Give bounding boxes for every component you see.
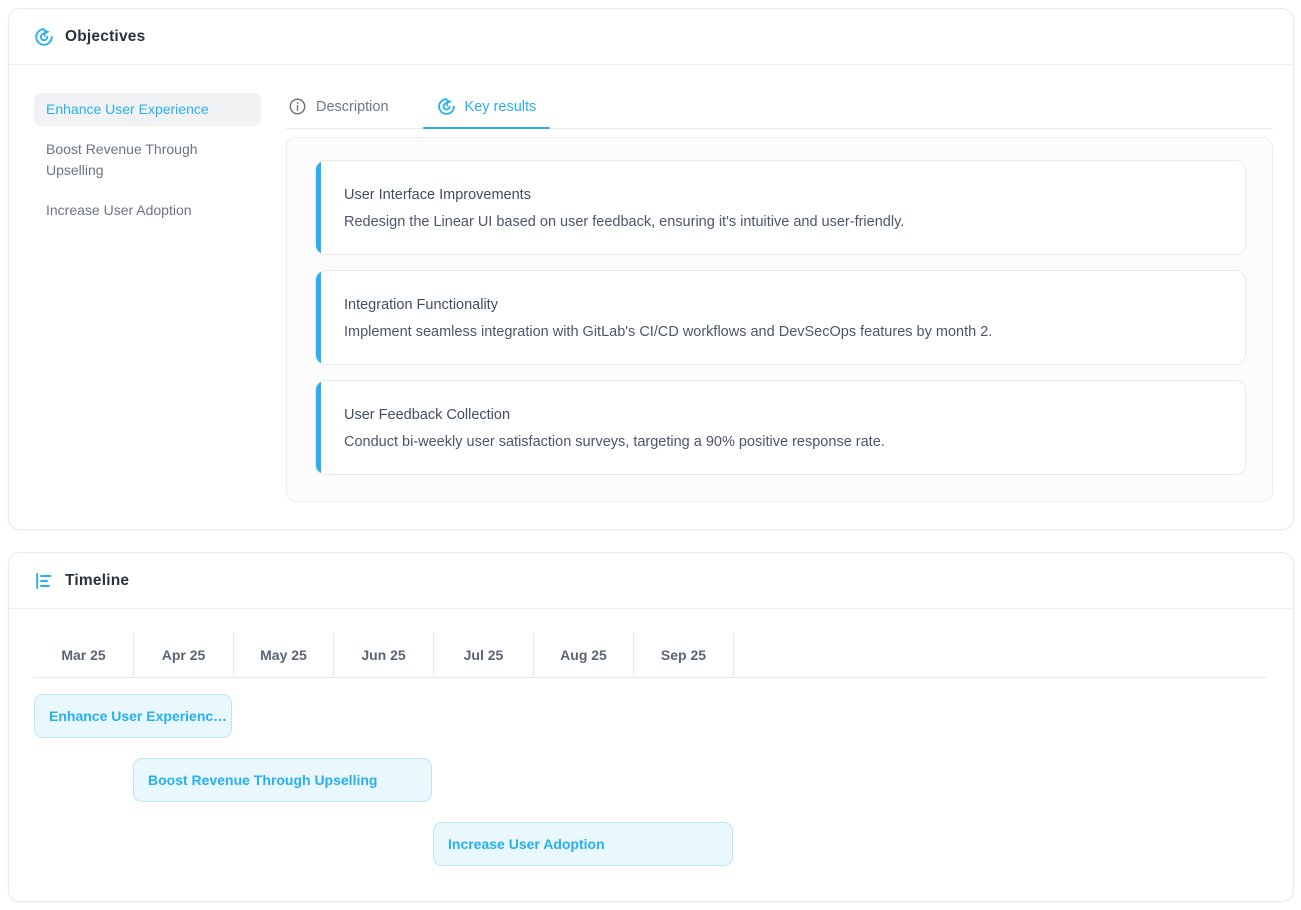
timeline-rows: Enhance User Experienc… Boost Revenue Th… bbox=[34, 694, 1268, 866]
timeline-bar[interactable]: Boost Revenue Through Upselling bbox=[133, 758, 432, 802]
key-result-description: Redesign the Linear UI based on user fee… bbox=[344, 214, 1221, 230]
sidebar-item-boost-revenue[interactable]: Boost Revenue Through Upselling bbox=[34, 133, 261, 187]
tab-key-results[interactable]: Key results bbox=[435, 93, 539, 128]
month-label: Jun 25 bbox=[334, 633, 434, 677]
month-label: Mar 25 bbox=[34, 633, 134, 677]
timeline-header: Timeline bbox=[9, 553, 1293, 609]
month-label: Aug 25 bbox=[534, 633, 634, 677]
objective-tabs: Description Key results bbox=[286, 93, 1273, 129]
target-icon bbox=[437, 97, 456, 116]
timeline-panel-title: Timeline bbox=[65, 572, 129, 590]
objectives-panel-title: Objectives bbox=[65, 28, 145, 46]
timeline-panel: Timeline Mar 25 Apr 25 May 25 Jun 25 Jul… bbox=[8, 552, 1294, 902]
timeline-bar[interactable]: Enhance User Experienc… bbox=[34, 694, 232, 738]
tab-description[interactable]: Description bbox=[286, 93, 391, 128]
info-icon bbox=[288, 97, 307, 116]
timeline-body: Mar 25 Apr 25 May 25 Jun 25 Jul 25 Aug 2… bbox=[9, 609, 1293, 866]
key-result-title: Integration Functionality bbox=[344, 297, 1221, 313]
timeline-bar[interactable]: Increase User Adoption bbox=[433, 822, 733, 866]
tab-key-results-label: Key results bbox=[465, 99, 537, 115]
objectives-sidebar: Enhance User Experience Boost Revenue Th… bbox=[34, 93, 261, 502]
objectives-header: Objectives bbox=[9, 9, 1293, 65]
timeline-row: Boost Revenue Through Upselling bbox=[34, 758, 1268, 802]
key-result-description: Implement seamless integration with GitL… bbox=[344, 324, 1221, 340]
timeline-month-header: Mar 25 Apr 25 May 25 Jun 25 Jul 25 Aug 2… bbox=[34, 633, 1268, 678]
month-label: May 25 bbox=[234, 633, 334, 677]
gantt-chart-icon bbox=[34, 571, 54, 591]
target-icon bbox=[34, 27, 54, 47]
timeline-row: Increase User Adoption bbox=[34, 822, 1268, 866]
timeline-row: Enhance User Experienc… bbox=[34, 694, 1268, 738]
sidebar-item-increase-user-adoption[interactable]: Increase User Adoption bbox=[34, 194, 261, 227]
key-result-card[interactable]: User Feedback Collection Conduct bi-week… bbox=[315, 380, 1246, 475]
month-label: Sep 25 bbox=[634, 633, 734, 677]
key-result-card[interactable]: User Interface Improvements Redesign the… bbox=[315, 160, 1246, 255]
tab-description-label: Description bbox=[316, 99, 389, 115]
objectives-panel: Objectives Enhance User Experience Boost… bbox=[8, 8, 1294, 530]
month-label: Apr 25 bbox=[134, 633, 234, 677]
key-result-title: User Feedback Collection bbox=[344, 407, 1221, 423]
month-label: Jul 25 bbox=[434, 633, 534, 677]
objectives-body: Enhance User Experience Boost Revenue Th… bbox=[9, 65, 1293, 502]
objective-detail: Description Key results User Interface I… bbox=[286, 93, 1273, 502]
key-results-list: User Interface Improvements Redesign the… bbox=[286, 137, 1273, 502]
key-result-description: Conduct bi-weekly user satisfaction surv… bbox=[344, 434, 1221, 450]
key-result-card[interactable]: Integration Functionality Implement seam… bbox=[315, 270, 1246, 365]
key-result-title: User Interface Improvements bbox=[344, 187, 1221, 203]
sidebar-item-enhance-user-experience[interactable]: Enhance User Experience bbox=[34, 93, 261, 126]
